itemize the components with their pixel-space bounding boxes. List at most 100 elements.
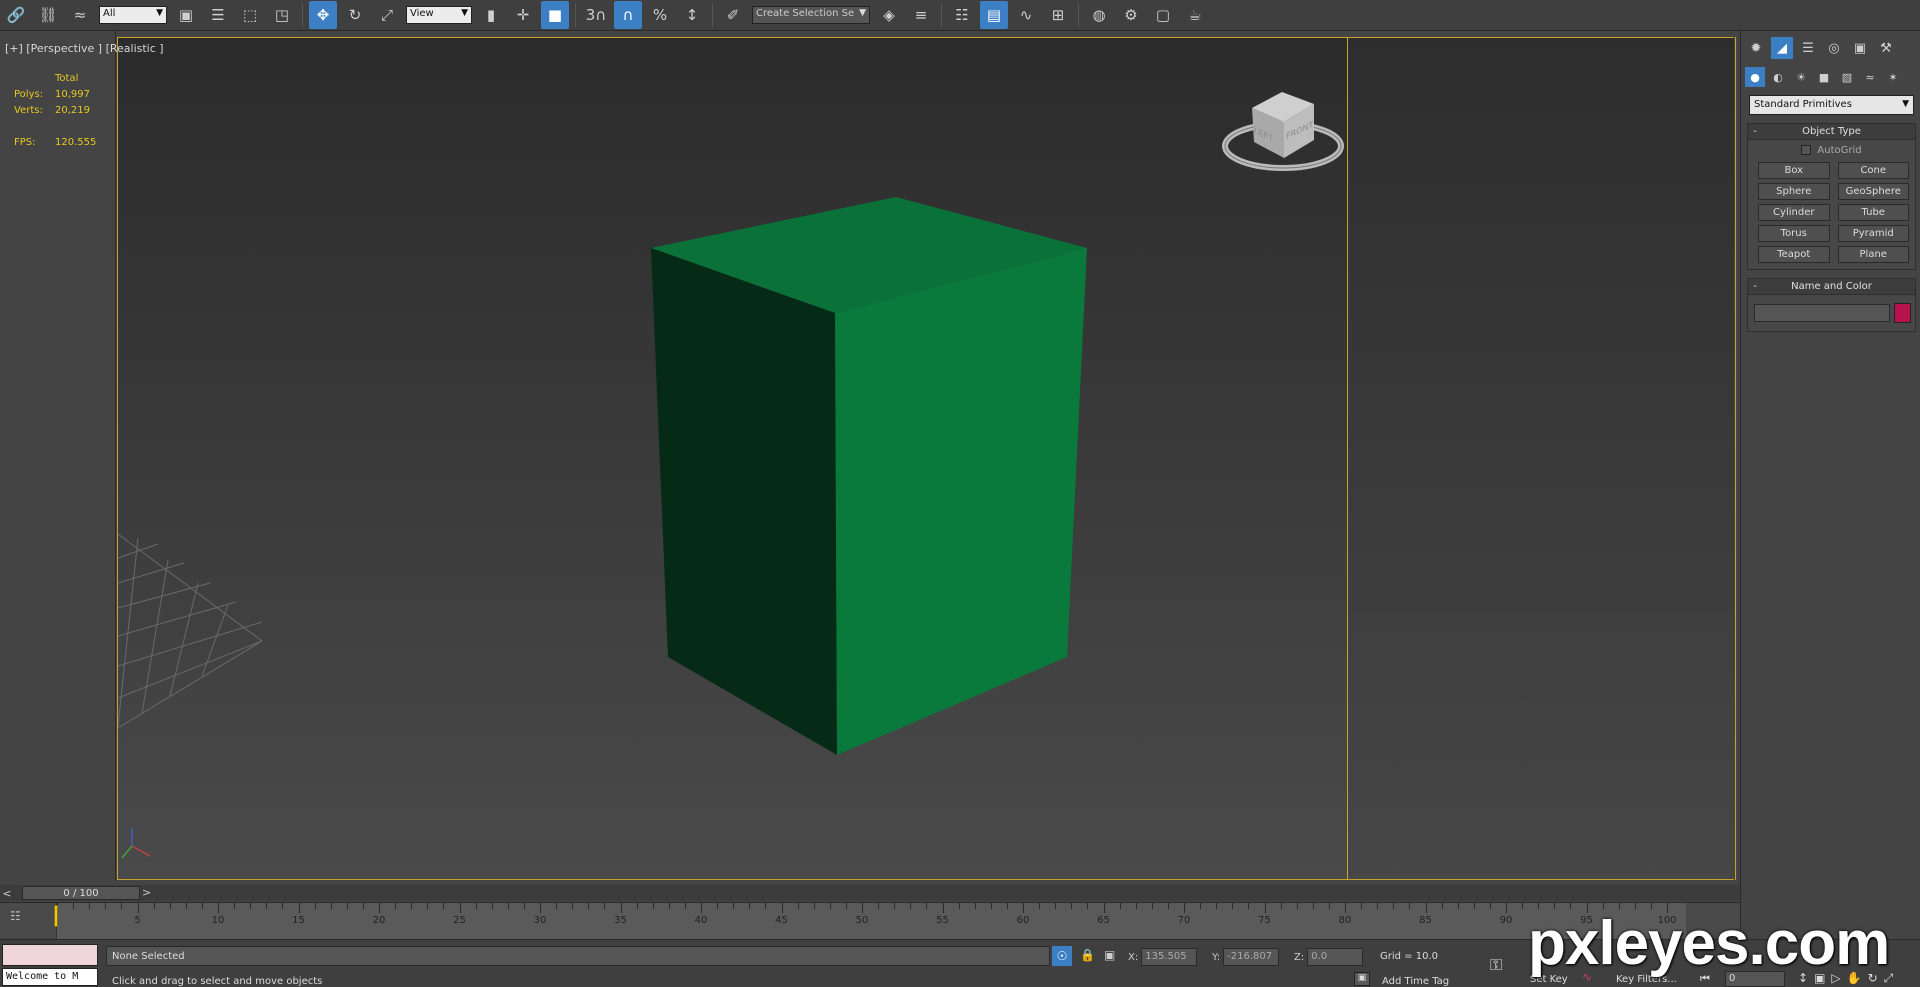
ruler-tick: [234, 903, 236, 909]
object-name-input[interactable]: [1754, 304, 1890, 322]
align-icon[interactable]: ≡: [907, 1, 935, 29]
viewport-label-menu[interactable]: [+] [Perspective ] [Realistic ]: [5, 42, 164, 55]
modify-tab-icon[interactable]: ◢: [1771, 37, 1793, 59]
time-slider-thumb[interactable]: 0 / 100: [22, 886, 140, 900]
select-and-scale-icon[interactable]: ⤢: [373, 1, 401, 29]
z-coordinate-input[interactable]: 0.0: [1307, 948, 1364, 966]
autogrid-checkbox[interactable]: [1801, 145, 1812, 155]
cone-button[interactable]: Cone: [1837, 162, 1909, 179]
angle-snap-icon[interactable]: ∩: [614, 1, 642, 29]
select-and-move-icon[interactable]: ✥: [309, 1, 337, 29]
box-object[interactable]: [651, 197, 1087, 755]
use-pivot-center-icon[interactable]: ▮: [477, 1, 505, 29]
named-selection-dropdown[interactable]: Create Selection Se ▼: [752, 6, 870, 24]
y-coordinate-input[interactable]: -216.807: [1223, 948, 1280, 966]
object-color-swatch[interactable]: [1894, 303, 1911, 323]
snaps-toggle-icon[interactable]: 3 ∩: [582, 1, 610, 29]
box-front-face[interactable]: [835, 248, 1087, 755]
key-filters-button[interactable]: Key Filters...: [1616, 974, 1677, 985]
torus-button[interactable]: Torus: [1758, 225, 1830, 242]
absolute-mode-icon[interactable]: ▣: [1104, 948, 1115, 962]
rectangular-selection-icon[interactable]: ⬚: [236, 1, 264, 29]
keyboard-shortcut-override-icon[interactable]: ■: [541, 1, 569, 29]
go-to-start-icon[interactable]: ⏮: [1700, 972, 1710, 986]
select-by-name-icon[interactable]: ☰: [204, 1, 232, 29]
shapes-icon[interactable]: ◐: [1768, 67, 1788, 87]
cameras-icon[interactable]: ■: [1814, 67, 1834, 87]
object-type-header[interactable]: - Object Type: [1748, 124, 1915, 140]
space-warps-icon[interactable]: ≈: [1860, 67, 1880, 87]
maxscript-listener-mini[interactable]: [2, 944, 98, 966]
pyramid-button[interactable]: Pyramid: [1837, 225, 1909, 242]
next-frame-arrow-icon[interactable]: >: [142, 886, 151, 899]
motion-tab-icon[interactable]: ◎: [1823, 37, 1845, 59]
time-config-icon[interactable]: ▣: [1814, 971, 1825, 986]
rendered-frame-window-icon[interactable]: ▢: [1149, 1, 1177, 29]
bind-to-space-warp-icon[interactable]: ≈: [66, 1, 94, 29]
layer-manager-icon[interactable]: ☷: [948, 1, 976, 29]
sphere-button[interactable]: Sphere: [1758, 183, 1830, 200]
teapot-button[interactable]: Teapot: [1758, 246, 1830, 263]
hierarchy-tab-icon[interactable]: ☰: [1797, 37, 1819, 59]
previous-frame-arrow-icon[interactable]: <: [0, 887, 14, 900]
box-button[interactable]: Box: [1758, 162, 1830, 179]
percent-snap-label: %: [652, 6, 668, 24]
perspective-viewport[interactable]: LEFT FRONT: [117, 37, 1348, 880]
selection-filter-dropdown[interactable]: All ▼: [99, 6, 167, 24]
maximize-viewport-icon[interactable]: ⤢: [1884, 971, 1894, 986]
geosphere-button[interactable]: GeoSphere: [1837, 183, 1909, 200]
window-crossing-icon[interactable]: ◳: [268, 1, 296, 29]
orbit-icon[interactable]: ↻: [1868, 971, 1878, 986]
graphite-ribbon-icon[interactable]: ▤: [980, 1, 1008, 29]
autogrid-option[interactable]: AutoGrid: [1748, 142, 1915, 158]
set-key-button[interactable]: Set Key: [1530, 974, 1568, 985]
select-and-link-icon[interactable]: 🔗: [2, 1, 30, 29]
tube-button[interactable]: Tube: [1837, 204, 1909, 221]
ruler-tick: [701, 903, 702, 913]
percent-snap-icon[interactable]: %: [646, 1, 674, 29]
maxscript-output[interactable]: Welcome to M: [2, 968, 98, 986]
helpers-icon[interactable]: ▧: [1837, 67, 1857, 87]
mini-curve-editor-icon[interactable]: ☷: [10, 909, 32, 925]
display-tab-icon[interactable]: ▣: [1849, 37, 1871, 59]
curve-editor-icon[interactable]: ∿: [1012, 1, 1040, 29]
render-setup-icon[interactable]: ⚙: [1117, 1, 1145, 29]
x-coordinate-input[interactable]: 135.505: [1141, 948, 1198, 966]
create-tab-icon[interactable]: ✹: [1745, 37, 1767, 59]
current-time-marker[interactable]: [54, 905, 58, 927]
key-mode-curve-icon[interactable]: ∿: [1582, 970, 1592, 984]
spinner-snap-icon[interactable]: ↕: [678, 1, 706, 29]
select-and-rotate-icon[interactable]: ↻: [341, 1, 369, 29]
name-and-color-header[interactable]: - Name and Color: [1748, 279, 1915, 295]
key-icon[interactable]: ⚿: [1490, 955, 1502, 975]
render-production-icon[interactable]: ☕: [1181, 1, 1209, 29]
mirror-icon[interactable]: ◈: [875, 1, 903, 29]
cylinder-button[interactable]: Cylinder: [1758, 204, 1830, 221]
select-and-manipulate-icon[interactable]: ✛: [509, 1, 537, 29]
plane-button[interactable]: Plane: [1837, 246, 1909, 263]
main-toolbar: 🔗 ⛓ ≈ All ▼ ▣ ☰ ⬚ ◳ ✥ ↻ ⤢ View ▼ ▮ ✛ ■ 3…: [0, 0, 1920, 31]
unlink-selection-icon[interactable]: ⛓: [34, 1, 62, 29]
current-frame-input[interactable]: 0: [1725, 971, 1785, 987]
utilities-tab-icon[interactable]: ⚒: [1875, 37, 1897, 59]
schematic-view-icon[interactable]: ⊞: [1044, 1, 1072, 29]
box-left-face[interactable]: [651, 248, 837, 755]
time-tag-icon[interactable]: ▣: [1354, 972, 1370, 986]
add-time-tag[interactable]: Add Time Tag: [1382, 976, 1449, 987]
time-slider[interactable]: < 0 / 100 >: [0, 885, 1740, 901]
material-editor-icon[interactable]: ◍: [1085, 1, 1113, 29]
geometry-icon[interactable]: ●: [1745, 67, 1765, 87]
track-bar-ruler[interactable]: 5 10 15 20 25 30 35 40 45 50 55 60 65 70 75 80 85 90 95 100: [56, 903, 1686, 939]
primitive-category-dropdown[interactable]: Standard Primitives ▼: [1749, 95, 1914, 115]
systems-icon[interactable]: ✶: [1883, 67, 1903, 87]
reference-coordinate-dropdown[interactable]: View ▼: [406, 6, 472, 24]
selection-lock-icon[interactable]: 🔒: [1080, 948, 1095, 962]
viewcube[interactable]: LEFT FRONT: [1218, 78, 1347, 178]
isolate-selection-icon[interactable]: ☉: [1052, 946, 1072, 966]
edit-named-selection-icon[interactable]: ✐: [719, 1, 747, 29]
select-object-icon[interactable]: ▣: [172, 1, 200, 29]
lights-icon[interactable]: ☀: [1791, 67, 1811, 87]
frame-spinner-icon[interactable]: ↕: [1798, 971, 1808, 986]
pan-view-icon[interactable]: ✋: [1847, 971, 1862, 986]
field-of-view-icon[interactable]: ▷: [1831, 971, 1840, 986]
